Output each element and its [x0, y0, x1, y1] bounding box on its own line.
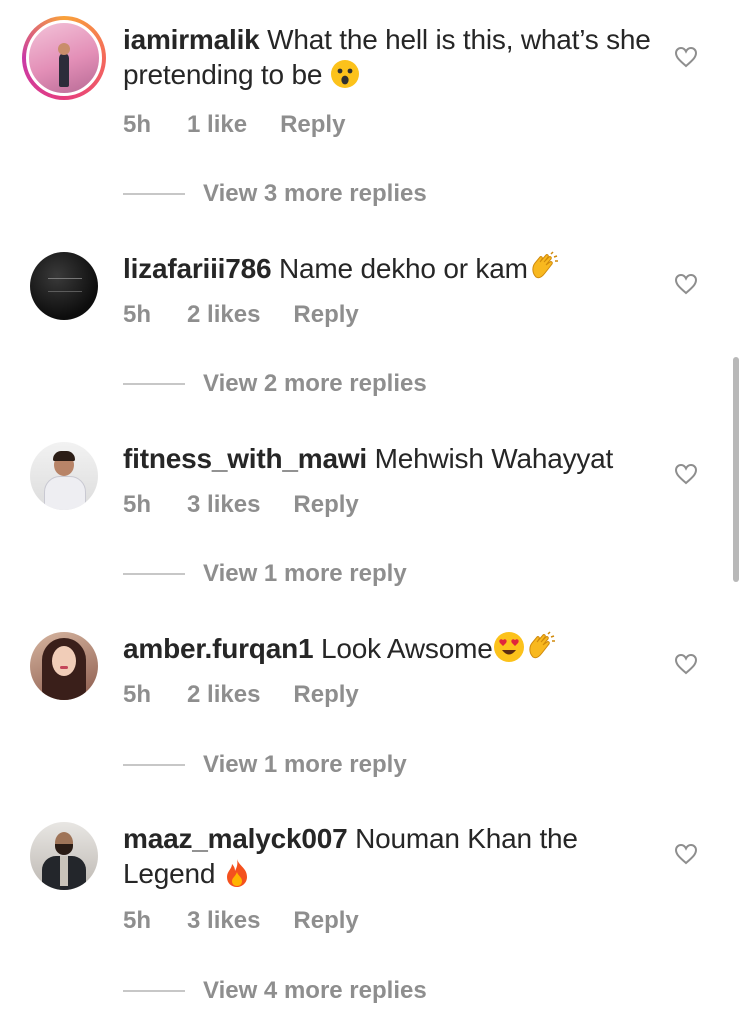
- like-heart-icon[interactable]: [674, 842, 698, 866]
- heart-eyes-emoji: [493, 632, 524, 662]
- view-replies-button[interactable]: View 1 more reply: [123, 748, 407, 782]
- reply-button[interactable]: Reply: [293, 907, 358, 934]
- comment-meta: 5h 2 likes Reply: [123, 301, 392, 329]
- avatar[interactable]: [30, 252, 98, 320]
- divider: [123, 764, 185, 766]
- comment-username[interactable]: iamirmalik: [123, 24, 260, 55]
- view-replies-button[interactable]: View 1 more reply: [123, 557, 407, 591]
- comment-text: maaz_malyck007 Nouman Khan the Legend: [123, 821, 653, 891]
- clapping-hands-emoji: [532, 251, 558, 279]
- avatar[interactable]: [22, 16, 106, 100]
- comment-likes[interactable]: 2 likes: [187, 681, 260, 708]
- comment-likes[interactable]: 3 likes: [187, 491, 260, 518]
- like-heart-icon[interactable]: [674, 462, 698, 486]
- comment-text: iamirmalik What the hell is this, what’s…: [123, 22, 653, 92]
- reply-button[interactable]: Reply: [293, 301, 358, 328]
- comment-username[interactable]: amber.furqan1: [123, 633, 314, 664]
- view-replies-label: View 2 more replies: [203, 370, 427, 397]
- comment-time: 5h: [123, 111, 152, 138]
- comment-time: 5h: [123, 681, 152, 708]
- comment-likes[interactable]: 3 likes: [187, 907, 260, 934]
- comment-username[interactable]: lizafariii786: [123, 253, 272, 284]
- reply-button[interactable]: Reply: [293, 491, 358, 518]
- like-heart-icon[interactable]: [674, 272, 698, 296]
- comment-username[interactable]: maaz_malyck007: [123, 823, 348, 854]
- comment-body: Look Awsome: [320, 633, 493, 664]
- avatar-photo: [26, 20, 102, 96]
- comment-text: amber.furqan1 Look Awsome: [123, 631, 653, 666]
- comment-meta: 5h 3 likes Reply: [123, 491, 392, 519]
- reply-button[interactable]: Reply: [280, 111, 345, 138]
- comment-likes[interactable]: 1 like: [187, 111, 247, 138]
- view-replies-button[interactable]: View 4 more replies: [123, 974, 427, 1008]
- avatar[interactable]: [30, 822, 98, 890]
- fire-emoji: [226, 859, 247, 887]
- reply-button[interactable]: Reply: [293, 681, 358, 708]
- comment-time: 5h: [123, 491, 152, 518]
- avatar[interactable]: [30, 442, 98, 510]
- scrollbar[interactable]: [733, 357, 739, 582]
- comment-text: fitness_with_mawi Mehwish Wahayyat: [123, 441, 653, 476]
- view-replies-label: View 4 more replies: [203, 977, 427, 1004]
- comment-meta: 5h 1 like Reply: [123, 111, 378, 139]
- comment-time: 5h: [123, 907, 152, 934]
- divider: [123, 383, 185, 385]
- comment-likes[interactable]: 2 likes: [187, 301, 260, 328]
- comment-meta: 5h 2 likes Reply: [123, 681, 392, 709]
- divider: [123, 193, 185, 195]
- divider: [123, 990, 185, 992]
- like-heart-icon[interactable]: [674, 652, 698, 676]
- clapping-hands-emoji: [528, 631, 555, 659]
- comment-meta: 5h 3 likes Reply: [123, 907, 392, 935]
- comment-body: Mehwish Wahayyat: [374, 443, 614, 474]
- view-replies-button[interactable]: View 3 more replies: [123, 177, 427, 211]
- view-replies-label: View 1 more reply: [203, 560, 407, 587]
- like-heart-icon[interactable]: [674, 45, 698, 69]
- astonished-face-emoji: [330, 60, 359, 88]
- comment-body: Name dekho or kam: [278, 253, 528, 284]
- avatar[interactable]: [30, 632, 98, 700]
- view-replies-button[interactable]: View 2 more replies: [123, 367, 427, 401]
- divider: [123, 573, 185, 575]
- view-replies-label: View 1 more reply: [203, 751, 407, 778]
- comment-time: 5h: [123, 301, 152, 328]
- view-replies-label: View 3 more replies: [203, 180, 427, 207]
- comment-text: lizafariii786 Name dekho or kam: [123, 251, 653, 286]
- comment-username[interactable]: fitness_with_mawi: [123, 443, 367, 474]
